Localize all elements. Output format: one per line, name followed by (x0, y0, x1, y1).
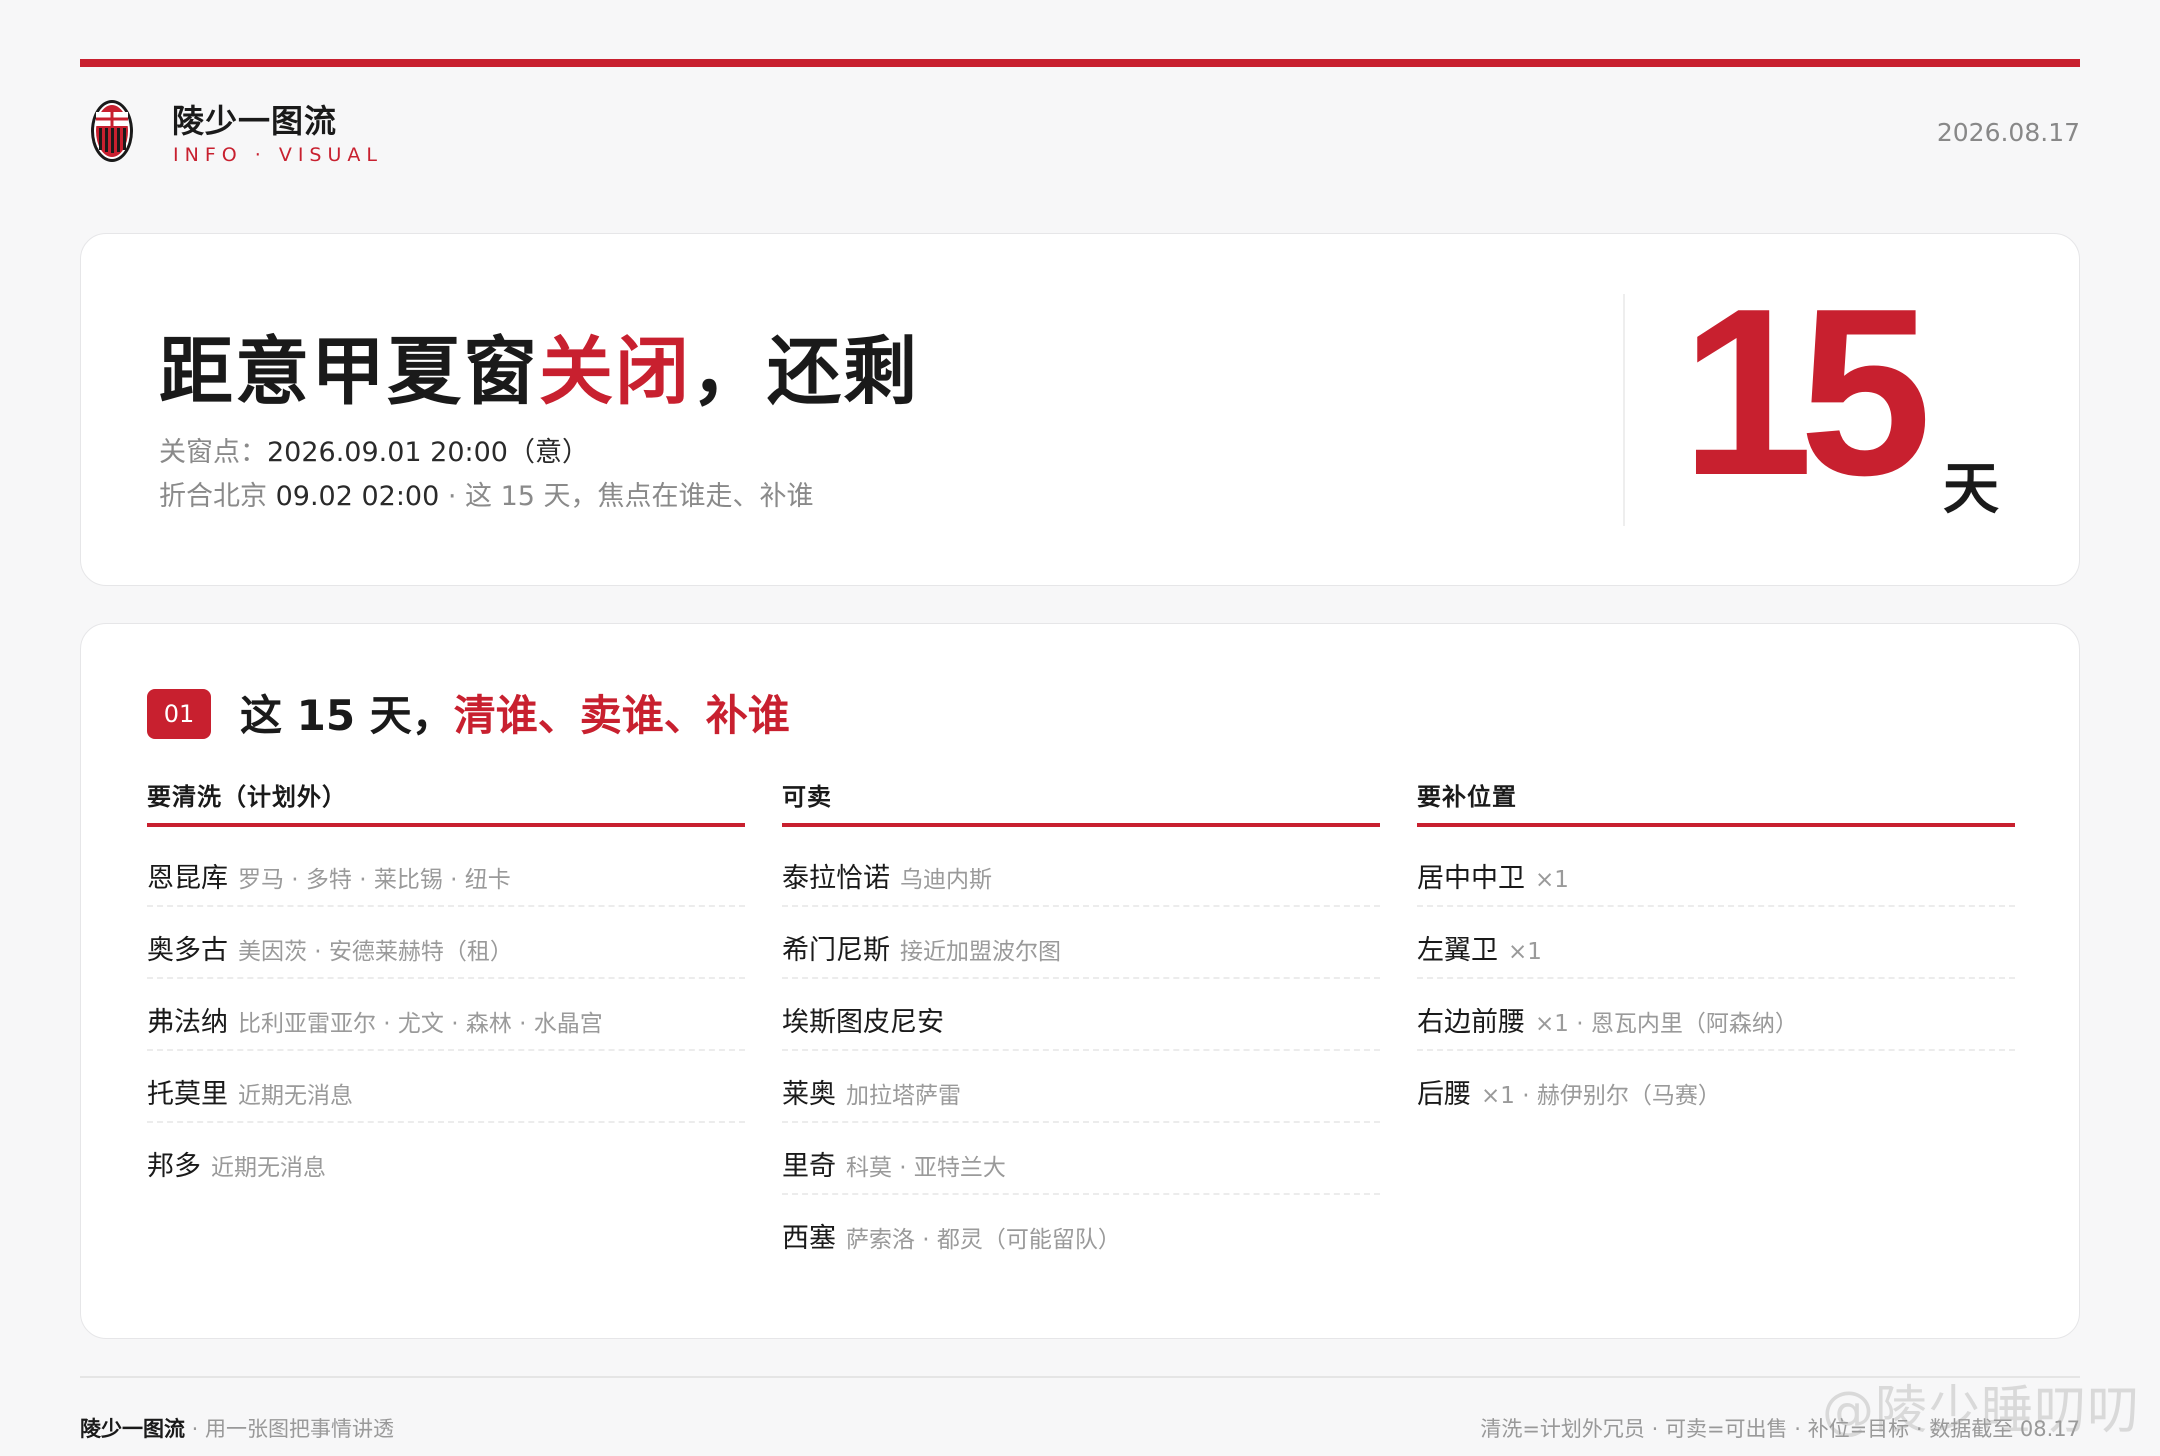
close-time-label: 关窗点： (159, 437, 267, 468)
player-name: 恩昆库 罗马 · 多特 · 莱比锡 · 纽卡 (147, 863, 511, 894)
footer-tagline: · 用一张图把事情讲透 (185, 1417, 395, 1441)
position-name: 后腰 ×1 · 赫伊别尔（马赛） (1417, 1079, 1721, 1110)
list-item: 恩昆库 罗马 · 多特 · 莱比锡 · 纽卡 (147, 835, 745, 907)
player-name: 弗法纳 比利亚雷亚尔 · 尤文 · 森林 · 水晶宫 (147, 1007, 603, 1038)
player-name: 莱奥 加拉塔萨雷 (782, 1079, 961, 1110)
player-name: 泰拉恰诺 乌迪内斯 (782, 863, 992, 894)
top-accent-bar (80, 59, 2080, 67)
hero-divider (1623, 294, 1625, 526)
player-name: 托莫里 近期无消息 (147, 1079, 353, 1110)
position-name: 居中中卫 ×1 (1417, 863, 1569, 894)
list-item: 左翼卫 ×1 (1417, 907, 2015, 979)
position-name: 右边前腰 ×1 · 恩瓦内里（阿森纳） (1417, 1007, 1798, 1038)
header-date: 2026.08.17 (1936, 118, 2080, 147)
position-detail: ×1 · 恩瓦内里（阿森纳） (1535, 1011, 1798, 1037)
section-title-highlight: 清谁、卖谁、补谁 (453, 691, 790, 740)
header: 陵少一图流 INFO · VISUAL 2026.08.17 (80, 96, 2080, 176)
player-detail: 加拉塔萨雷 (846, 1083, 961, 1109)
list-item: 居中中卫 ×1 (1417, 835, 2015, 907)
column-header: 要清洗（计划外） (147, 783, 347, 811)
column-needs: 要补位置 居中中卫 ×1 左翼卫 ×1 右边前腰 ×1 · 恩瓦内里（阿森纳） 后腰 ×… (1417, 777, 2015, 1123)
section-title-prefix: 这 15 天， (240, 691, 454, 740)
player-name: 邦多 近期无消息 (147, 1151, 326, 1182)
player-detail: 科莫 · 亚特兰大 (846, 1155, 1006, 1181)
position-detail: ×1 (1508, 939, 1542, 965)
countdown-unit: 天 (1943, 457, 1999, 522)
hero-title-prefix: 距意甲夏窗 (159, 329, 539, 415)
player-name: 西塞 萨索洛 · 都灵（可能留队） (782, 1223, 1121, 1254)
footer-brand: 陵少一图流 (80, 1417, 185, 1441)
footer-credit: 陵少一图流 · 用一张图把事情讲透 (80, 1413, 394, 1443)
position-name: 左翼卫 ×1 (1417, 935, 1542, 966)
list-item: 奥多古 美因茨 · 安德莱赫特（租） (147, 907, 745, 979)
beijing-time-label: 折合北京 (159, 481, 276, 512)
player-detail: 接近加盟波尔图 (900, 939, 1061, 965)
hero-title: 距意甲夏窗关闭，还剩 (159, 312, 919, 419)
player-name: 奥多古 美因茨 · 安德莱赫特（租） (147, 935, 513, 966)
countdown-number: 15 (1681, 260, 1932, 525)
ac-milan-crest-icon (91, 100, 133, 162)
close-time-value: 2026.09.01 20:00（意） (267, 437, 589, 468)
player-name: 里奇 科莫 · 亚特兰大 (782, 1151, 1006, 1182)
player-detail: 近期无消息 (238, 1083, 353, 1109)
player-detail: 比利亚雷亚尔 · 尤文 · 森林 · 水晶宫 (238, 1011, 603, 1037)
player-detail: 萨索洛 · 都灵（可能留队） (846, 1227, 1121, 1253)
list-item: 弗法纳 比利亚雷亚尔 · 尤文 · 森林 · 水晶宫 (147, 979, 745, 1051)
player-detail: 美因茨 · 安德莱赫特（租） (238, 939, 513, 965)
list-item: 托莫里 近期无消息 (147, 1051, 745, 1123)
column-rule (782, 823, 1380, 827)
list-item: 右边前腰 ×1 · 恩瓦内里（阿森纳） (1417, 979, 2015, 1051)
column-sellable: 可卖 泰拉恰诺 乌迪内斯 希门尼斯 接近加盟波尔图 埃斯图皮尼安 莱奥 加拉塔萨雷 里… (782, 777, 1380, 1267)
list-item: 邦多 近期无消息 (147, 1123, 745, 1195)
section-badge: 01 (147, 689, 211, 739)
weibo-watermark: @陵少睡叨叨 (1821, 1381, 2140, 1441)
column-header: 要补位置 (1417, 783, 1517, 811)
position-detail: ×1 · 赫伊别尔（马赛） (1481, 1083, 1721, 1109)
player-detail: 近期无消息 (211, 1155, 326, 1181)
column-clearance: 要清洗（计划外） 恩昆库 罗马 · 多特 · 莱比锡 · 纽卡 奥多古 美因茨 · … (147, 777, 745, 1195)
column-rule (1417, 823, 2015, 827)
beijing-time-line: 折合北京 09.02 02:00 · 这 15 天，焦点在谁走、补谁 (159, 474, 814, 513)
list-item: 希门尼斯 接近加盟波尔图 (782, 907, 1380, 979)
footer-divider (80, 1376, 2080, 1378)
list-item: 里奇 科莫 · 亚特兰大 (782, 1123, 1380, 1195)
list-item: 西塞 萨索洛 · 都灵（可能留队） (782, 1195, 1380, 1267)
column-header: 可卖 (782, 783, 832, 811)
brand-subtitle: INFO · VISUAL (173, 144, 383, 166)
beijing-time-tail: · 这 15 天，焦点在谁走、补谁 (439, 481, 814, 512)
transfer-list-card: 01 这 15 天，清谁、卖谁、补谁 要清洗（计划外） 恩昆库 罗马 · 多特 ·… (80, 623, 2080, 1339)
page: 陵少一图流 INFO · VISUAL 2026.08.17 距意甲夏窗关闭，还… (0, 0, 2160, 1456)
section-title: 这 15 天，清谁、卖谁、补谁 (240, 682, 790, 743)
player-detail: 乌迪内斯 (900, 867, 992, 893)
hero-title-suffix: ，还剩 (691, 329, 919, 415)
hero-title-highlight: 关闭 (539, 329, 691, 415)
list-item: 后腰 ×1 · 赫伊别尔（马赛） (1417, 1051, 2015, 1123)
player-name: 埃斯图皮尼安 (782, 1007, 944, 1038)
column-rule (147, 823, 745, 827)
player-name: 希门尼斯 接近加盟波尔图 (782, 935, 1061, 966)
brand-title: 陵少一图流 (172, 102, 338, 140)
list-item: 泰拉恰诺 乌迪内斯 (782, 835, 1380, 907)
list-item: 埃斯图皮尼安 (782, 979, 1380, 1051)
close-time-line: 关窗点：2026.09.01 20:00（意） (159, 430, 589, 469)
list-item: 莱奥 加拉塔萨雷 (782, 1051, 1380, 1123)
position-detail: ×1 (1535, 867, 1569, 893)
player-detail: 罗马 · 多特 · 莱比锡 · 纽卡 (238, 867, 511, 893)
countdown-card: 距意甲夏窗关闭，还剩 关窗点：2026.09.01 20:00（意） 折合北京 … (80, 233, 2080, 586)
beijing-time-value: 09.02 02:00 (275, 481, 440, 512)
